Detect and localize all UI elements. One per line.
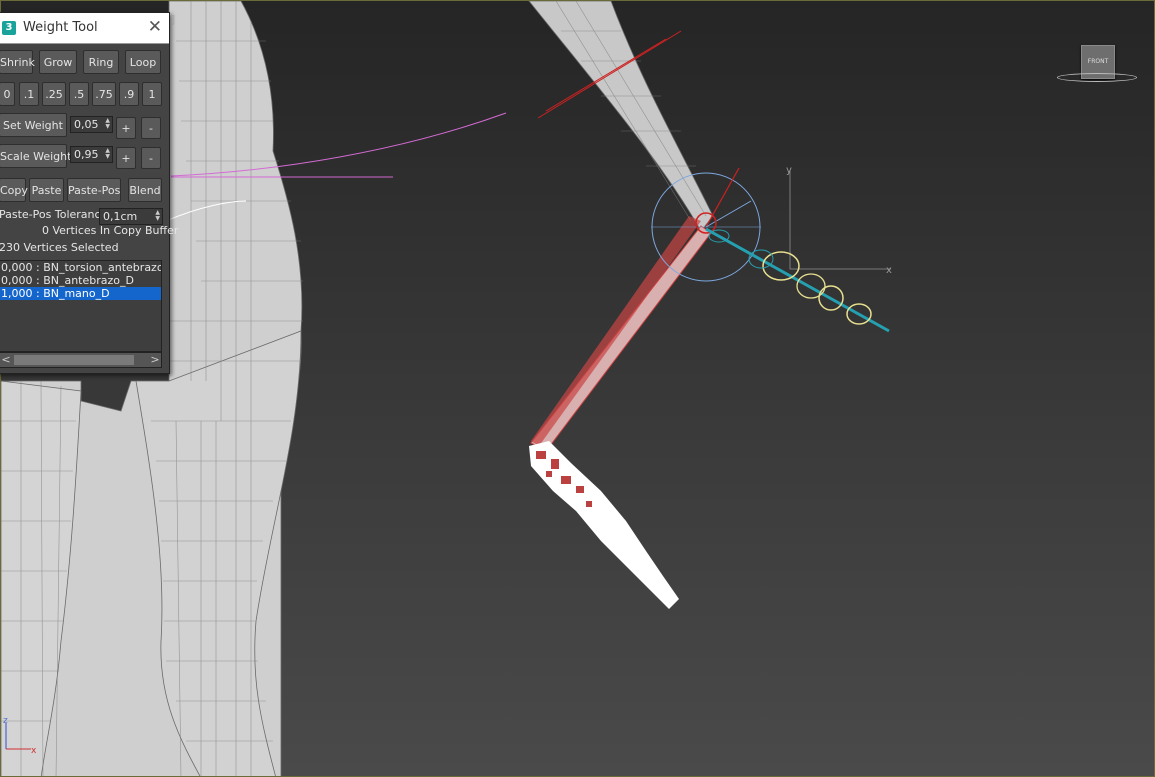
viewport-label-bracket[interactable]: ]	[171, 13, 175, 26]
grow-button[interactable]: Grow	[39, 50, 77, 74]
gizmo-axis-x-label: x	[886, 265, 892, 276]
set-weight-button[interactable]: Set Weight	[0, 113, 67, 137]
set-weight-value: 0,05	[74, 118, 99, 131]
viewcube-label: FRONT	[1087, 58, 1109, 65]
bone-weight-list[interactable]: 0,000 : BN_torsion_antebrazo_D 0,000 : B…	[0, 260, 162, 352]
gizmo-axis-y-label: y	[786, 165, 792, 176]
weight-tool-titlebar[interactable]: 3 Weight Tool ✕	[0, 13, 169, 44]
copy-buffer-status: 0 Vertices In Copy Buffer	[42, 224, 179, 237]
corner-axis-z-label: z	[3, 716, 8, 726]
horizontal-scrollbar[interactable]: < >	[0, 352, 162, 368]
window-title: Weight Tool	[23, 20, 98, 35]
vertices-selected-status: 230 Vertices Selected	[0, 241, 119, 254]
weight-preset-09-button[interactable]: .9	[119, 82, 139, 106]
scale-weight-spinner[interactable]: 0,95 ▲ ▼	[70, 146, 113, 163]
scene-canvas[interactable]: y x x z ]	[1, 1, 1155, 777]
loop-button[interactable]: Loop	[125, 50, 161, 74]
scale-weight-button[interactable]: Scale Weight	[0, 144, 71, 168]
weight-tool-window: 3 Weight Tool ✕ Shrink Grow Ring Loop 0 …	[0, 12, 178, 374]
weight-preset-075-button[interactable]: .75	[92, 82, 116, 106]
weight-preset-01-button[interactable]: .1	[19, 82, 39, 106]
paste-pos-tolerance-spinner[interactable]: 0,1cm ▲ ▼	[99, 208, 163, 225]
scroll-right-icon[interactable]: >	[149, 353, 161, 367]
weight-preset-05-button[interactable]: .5	[69, 82, 89, 106]
weight-preset-1-button[interactable]: 1	[142, 82, 162, 106]
scroll-left-icon[interactable]: <	[0, 353, 12, 367]
spinner-arrows-icon[interactable]: ▲ ▼	[155, 210, 160, 222]
spinner-arrows-icon[interactable]: ▲ ▼	[105, 148, 110, 160]
list-item-selected[interactable]: 1,000 : BN_mano_D	[0, 287, 161, 300]
scale-weight-value: 0,95	[74, 148, 99, 161]
blend-button[interactable]: Blend	[128, 178, 162, 202]
list-item[interactable]: 0,000 : BN_torsion_antebrazo_D	[0, 261, 161, 274]
ring-button[interactable]: Ring	[83, 50, 119, 74]
paste-button[interactable]: Paste	[29, 178, 64, 202]
arm-mesh-upper	[528, 1, 714, 232]
weight-preset-025-button[interactable]: .25	[42, 82, 66, 106]
paste-pos-button[interactable]: Paste-Pos	[67, 178, 121, 202]
shrink-button[interactable]: Shrink	[0, 50, 35, 74]
scrollbar-thumb[interactable]	[14, 355, 134, 365]
weight-preset-0-button[interactable]: 0	[0, 82, 15, 106]
close-icon[interactable]: ✕	[148, 18, 162, 36]
corner-axis-x-label: x	[31, 746, 37, 756]
forearm-bone-envelope	[530, 216, 712, 452]
scale-weight-minus-button[interactable]: -	[141, 147, 161, 169]
spinner-arrows-icon[interactable]: ▲ ▼	[105, 118, 110, 130]
app-icon: 3	[2, 21, 16, 35]
set-weight-minus-button[interactable]: -	[141, 117, 161, 139]
viewport-front[interactable]: y x x z ] FRONT	[0, 0, 1155, 777]
list-item[interactable]: 0,000 : BN_antebrazo_D	[0, 274, 161, 287]
copy-button[interactable]: Copy	[0, 178, 28, 202]
viewcube-compass-ring[interactable]	[1057, 73, 1137, 82]
set-weight-plus-button[interactable]: +	[116, 117, 136, 139]
set-weight-spinner[interactable]: 0,05 ▲ ▼	[70, 116, 113, 133]
scale-weight-plus-button[interactable]: +	[116, 147, 136, 169]
hand-bones	[705, 227, 890, 333]
paste-pos-tolerance-value: 0,1cm	[103, 210, 138, 223]
paste-pos-tolerance-label: Paste-Pos Tolerance	[0, 208, 108, 221]
